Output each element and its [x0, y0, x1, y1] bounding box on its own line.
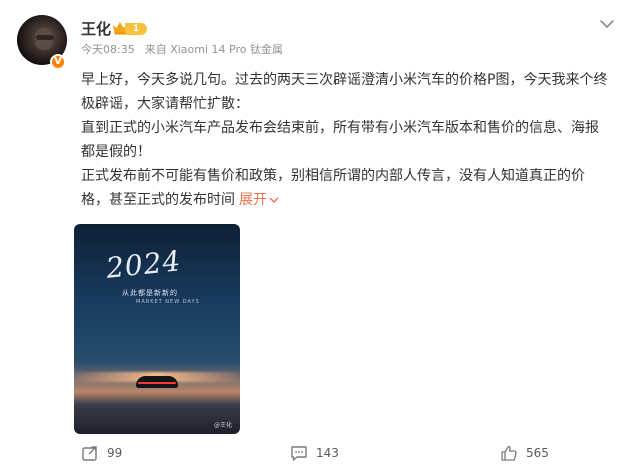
like-count: 565 [526, 446, 549, 460]
expand-label: 展开 [239, 192, 267, 208]
post-paragraph: 直到正式的小米汽车产品发布会结束前，所有带有小米汽车版本和售价的信息、海报都是假… [81, 120, 599, 160]
comment-icon [291, 446, 307, 461]
like-button[interactable]: 565 [500, 444, 549, 462]
post-source: 来自 Xiaomi 14 Pro 钛金属 [144, 43, 283, 56]
post-meta: 今天08:35 来自 Xiaomi 14 Pro 钛金属 [81, 42, 283, 58]
image-subtitle-en: MARKET NEW DAYS [136, 299, 200, 305]
expand-link[interactable]: 展开 [239, 192, 279, 208]
comment-count: 143 [316, 446, 339, 460]
image-subtitle: 从此都是新新的 [122, 289, 178, 297]
chevron-down-icon [269, 197, 279, 203]
comment-button[interactable]: 143 [290, 444, 339, 462]
repost-button[interactable]: 99 [81, 444, 122, 462]
like-icon [501, 445, 517, 461]
post-time[interactable]: 今天08:35 [81, 43, 135, 56]
car-taillight [138, 382, 176, 384]
image-title: 2024 [104, 244, 183, 285]
verified-badge: V [50, 54, 66, 70]
author-name[interactable]: 王化 [81, 19, 111, 39]
level-badge: 1 [125, 23, 147, 35]
repost-count: 99 [107, 446, 123, 460]
repost-icon [82, 446, 97, 461]
post-paragraph: 早上好，今天多说几句。过去的两天三次辟谣澄清小米汽车的价格P图，今天我来个终极辟… [81, 72, 608, 112]
image-watermark: @王化 [213, 422, 232, 429]
chevron-down-icon[interactable] [599, 18, 615, 30]
post-content: 早上好，今天多说几句。过去的两天三次辟谣澄清小米汽车的价格P图，今天我来个终极辟… [81, 68, 611, 212]
avatar-glasses [36, 35, 54, 40]
post-paragraph: 正式发布前不可能有售价和政策，别相信所谓的内部人传言，没有人知道真正的价格，甚至… [81, 164, 611, 212]
post-image[interactable]: 2024 从此都是新新的 MARKET NEW DAYS @王化 [74, 224, 240, 434]
post-paragraph-text: 正式发布前不可能有售价和政策，别相信所谓的内部人传言，没有人知道真正的价格，甚至… [81, 168, 585, 208]
